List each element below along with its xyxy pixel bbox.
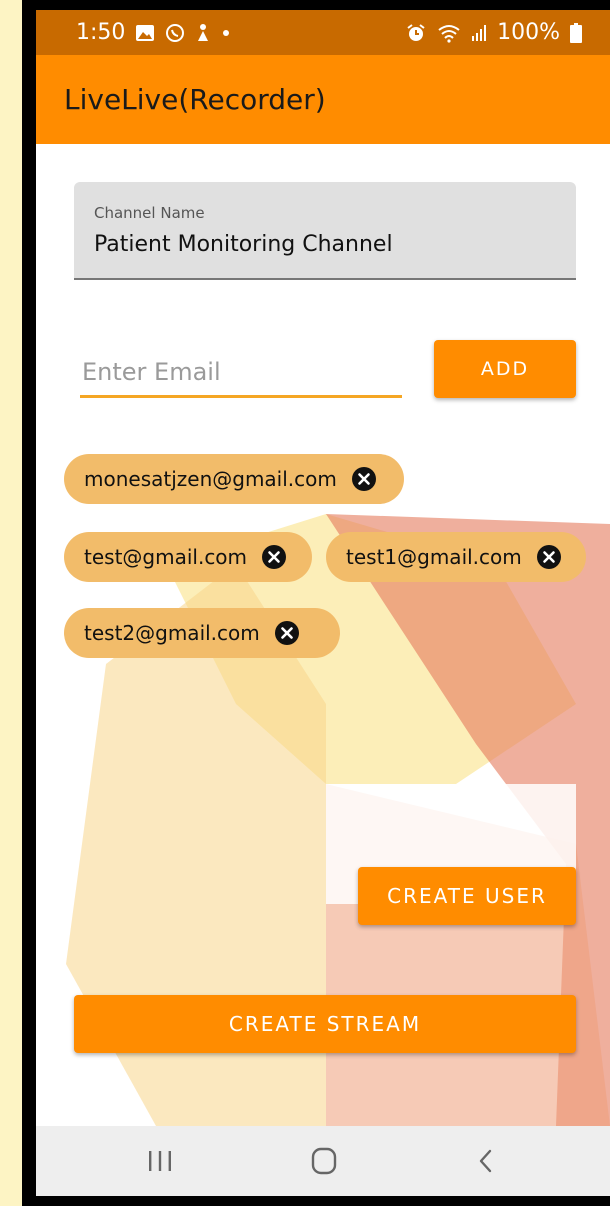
channel-name-label: Channel Name xyxy=(94,204,205,222)
chip-label: test@gmail.com xyxy=(84,545,248,569)
app-bar: LiveLive(Recorder) xyxy=(36,55,610,144)
phone-frame: 1:50 100% LiveLive(Recorder) Channel Nam… xyxy=(22,0,610,1206)
navigation-bar xyxy=(36,1126,610,1196)
status-time: 1:50 xyxy=(76,20,126,45)
add-button[interactable]: ADD xyxy=(434,340,576,398)
status-bar: 1:50 100% xyxy=(36,10,610,55)
email-input[interactable] xyxy=(80,348,402,398)
channel-name-field[interactable]: Channel Name Patient Monitoring Channel xyxy=(74,182,576,280)
remove-chip-icon[interactable] xyxy=(274,620,300,646)
recent-apps-icon[interactable] xyxy=(110,1126,210,1196)
email-chip: monesatjzen@gmail.com xyxy=(64,454,404,504)
app-title: LiveLive(Recorder) xyxy=(64,83,326,116)
app-notification-icon xyxy=(195,23,211,43)
dot-icon xyxy=(221,28,231,38)
remove-chip-icon[interactable] xyxy=(536,544,562,570)
email-chip: test@gmail.com xyxy=(64,532,312,582)
gallery-icon xyxy=(135,24,155,42)
main-content: Channel Name Patient Monitoring Channel … xyxy=(36,144,610,1126)
status-right: 100% xyxy=(405,20,582,45)
email-chip: test1@gmail.com xyxy=(326,532,586,582)
screen: 1:50 100% LiveLive(Recorder) Channel Nam… xyxy=(36,10,610,1196)
email-chip: test2@gmail.com xyxy=(64,608,340,658)
create-user-button[interactable]: CREATE USER xyxy=(358,867,576,925)
battery-percent: 100% xyxy=(497,20,560,45)
battery-icon xyxy=(570,22,582,43)
remove-chip-icon[interactable] xyxy=(261,544,287,570)
wifi-icon xyxy=(437,23,461,43)
chip-label: test1@gmail.com xyxy=(346,545,522,569)
home-icon[interactable] xyxy=(274,1126,374,1196)
alarm-icon xyxy=(405,23,427,43)
status-left: 1:50 xyxy=(76,20,231,45)
chip-label: monesatjzen@gmail.com xyxy=(84,467,337,491)
chip-label: test2@gmail.com xyxy=(84,621,260,645)
signal-icon xyxy=(471,24,487,42)
whatsapp-icon xyxy=(165,23,185,43)
channel-name-value: Patient Monitoring Channel xyxy=(94,232,393,257)
remove-chip-icon[interactable] xyxy=(351,466,377,492)
create-stream-button[interactable]: CREATE STREAM xyxy=(74,995,576,1053)
back-icon[interactable] xyxy=(436,1126,536,1196)
